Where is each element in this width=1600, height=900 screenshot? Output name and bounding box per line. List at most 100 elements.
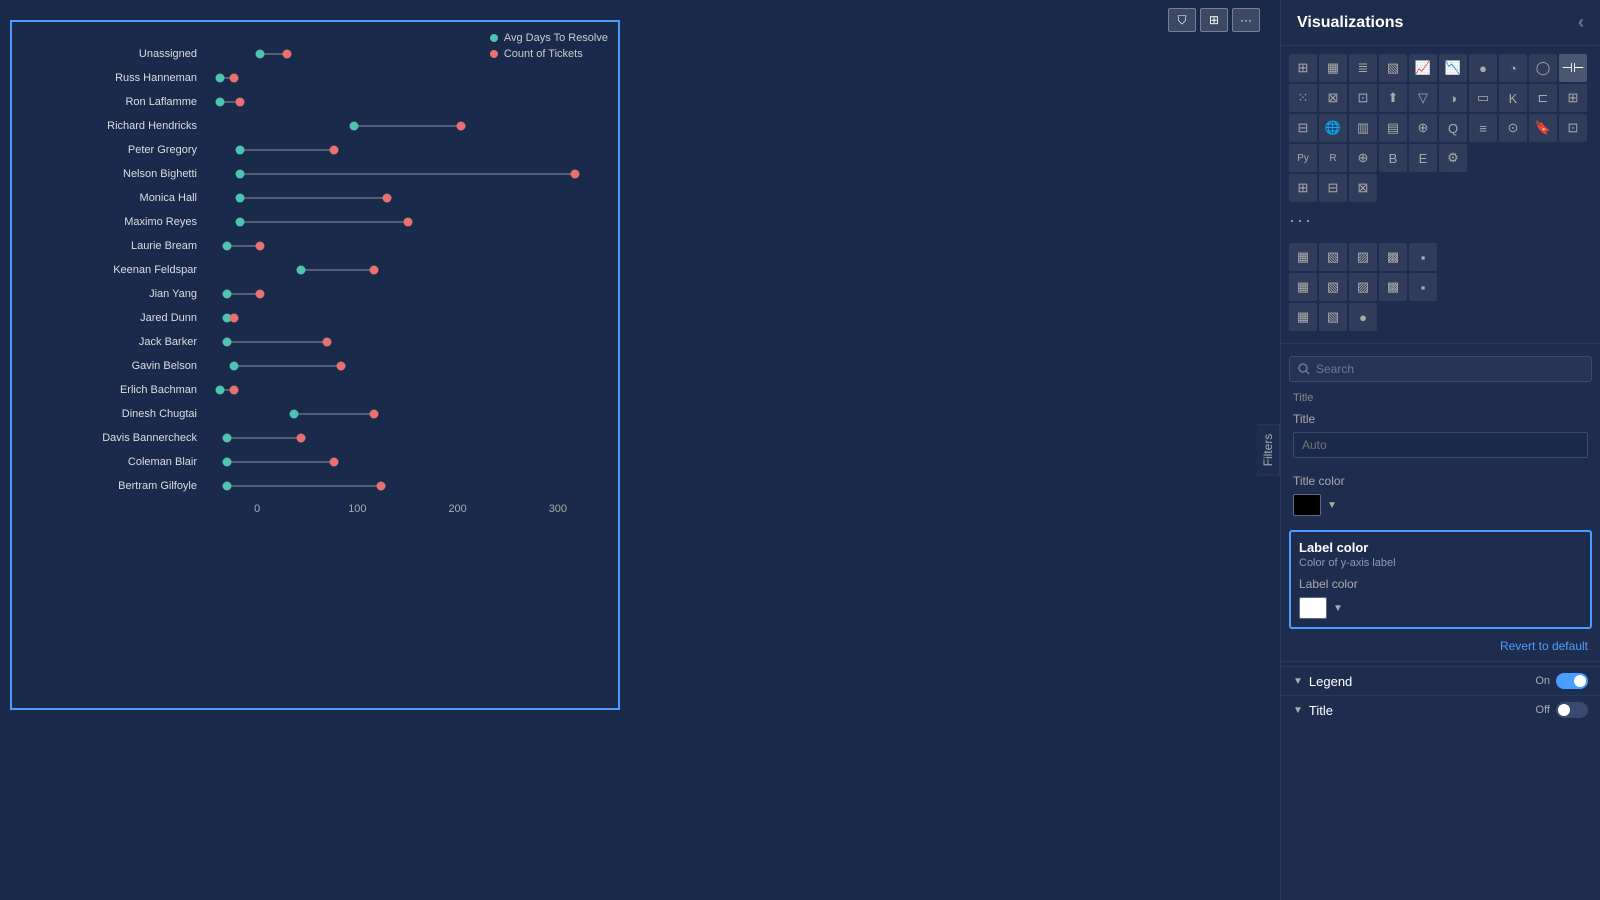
viz-icon-btn[interactable]: ⊡: [1559, 114, 1587, 142]
panel-header: Visualizations ‹: [1281, 0, 1600, 46]
more-icons: ···: [1281, 210, 1600, 235]
viz-icon-d2[interactable]: ▧: [1319, 273, 1347, 301]
label-color-desc: Color of y-axis label: [1299, 557, 1582, 569]
viz-icon-e3[interactable]: ●: [1349, 303, 1377, 331]
viz-icon-matrix[interactable]: ⊟: [1289, 114, 1317, 142]
viz-icon-paginate[interactable]: ⊙: [1499, 114, 1527, 142]
viz-icon-bar[interactable]: ▦: [1319, 54, 1347, 82]
viz-icon-c5[interactable]: ▪: [1409, 243, 1437, 271]
row-bar: [207, 258, 608, 282]
search-input[interactable]: [1316, 362, 1583, 376]
viz-icon-bing[interactable]: B: [1379, 144, 1407, 172]
icon-row-3: ⊟ 🌐 ▥ ▤ ⊕ Q ≡ ⊙ 🔖 ⊡: [1289, 114, 1592, 142]
viz-icon-ribbon[interactable]: ⊡: [1349, 84, 1377, 112]
viz-icon-stack[interactable]: ≣: [1349, 54, 1377, 82]
viz-icon-d1[interactable]: ▦: [1289, 273, 1317, 301]
viz-icon-e1[interactable]: ▦: [1289, 303, 1317, 331]
dot-coral: [329, 458, 338, 467]
revert-link[interactable]: Revert to default: [1281, 635, 1600, 657]
viz-icon-gauge[interactable]: ◑: [1439, 84, 1467, 112]
viz-icon-c2[interactable]: ▧: [1319, 243, 1347, 271]
icon-row-4: Py R ⊕ B E ⚙: [1289, 144, 1592, 172]
layout-button[interactable]: ⊞: [1200, 8, 1228, 32]
title-input[interactable]: [1293, 432, 1588, 458]
viz-icon-kpi[interactable]: K: [1499, 84, 1527, 112]
chart-row: Gavin Belson: [22, 354, 608, 378]
title-color-swatch[interactable]: [1293, 494, 1321, 516]
row-bar: [207, 66, 608, 90]
viz-icon-esri[interactable]: E: [1409, 144, 1437, 172]
title-toggle[interactable]: [1556, 702, 1588, 718]
panel-scroll[interactable]: ⊞ ▦ ≣ ▧ 📈 📉 ● ◔ ◯ ⊣⊢ ⁙ ⊠ ⊡ ⬆ ▽ ◑ ▭ K: [1281, 46, 1600, 900]
viz-icon-card[interactable]: ▭: [1469, 84, 1497, 112]
icon-row-2: ⁙ ⊠ ⊡ ⬆ ▽ ◑ ▭ K ⊏ ⊞: [1289, 84, 1592, 112]
viz-icon-bookmark[interactable]: 🔖: [1529, 114, 1557, 142]
viz-icon-slicer[interactable]: ⊏: [1529, 84, 1557, 112]
viz-icon-more1[interactable]: ⊞: [1289, 174, 1317, 202]
viz-icon-c1[interactable]: ▦: [1289, 243, 1317, 271]
dot-teal: [236, 218, 245, 227]
dot-coral: [323, 338, 332, 347]
title-toggle-label: Title: [1309, 703, 1536, 718]
more-button[interactable]: ···: [1232, 8, 1260, 32]
viz-icon-combo[interactable]: ⊠: [1319, 84, 1347, 112]
viz-icon-decomp[interactable]: ⊕: [1409, 114, 1437, 142]
title-chevron[interactable]: ▼: [1293, 705, 1303, 716]
viz-icon-more2[interactable]: ⊟: [1319, 174, 1347, 202]
viz-icon-scatter[interactable]: ⁙: [1289, 84, 1317, 112]
viz-icon-pie[interactable]: ◔: [1499, 54, 1527, 82]
legend-chevron[interactable]: ▼: [1293, 676, 1303, 687]
x-tick-200: 200: [408, 503, 508, 515]
row-label: Erlich Bachman: [22, 384, 207, 396]
title-section: Title: [1281, 404, 1600, 466]
viz-icon-funnel[interactable]: ▽: [1409, 84, 1437, 112]
viz-icon-plus[interactable]: ⊕: [1349, 144, 1377, 172]
dot-teal: [223, 434, 232, 443]
viz-icon-line[interactable]: 📈: [1409, 54, 1437, 82]
viz-icon-waterfall[interactable]: ⬆: [1379, 84, 1407, 112]
viz-icon-area[interactable]: 📉: [1439, 54, 1467, 82]
viz-icon-python[interactable]: Py: [1289, 144, 1317, 172]
row-label: Jack Barker: [22, 336, 207, 348]
viz-icon-d5[interactable]: ▪: [1409, 273, 1437, 301]
title-toggle-row: ▼ Title Off: [1281, 695, 1600, 724]
row-label: Maximo Reyes: [22, 216, 207, 228]
filters-tab[interactable]: Filters: [1257, 425, 1280, 476]
search-icon: [1298, 363, 1310, 375]
viz-icon-dumbbell[interactable]: ⊣⊢: [1559, 54, 1587, 82]
viz-icon-choropleth[interactable]: ▥: [1349, 114, 1377, 142]
row-bar: [207, 378, 608, 402]
viz-icon-r[interactable]: R: [1319, 144, 1347, 172]
viz-icon-map[interactable]: 🌐: [1319, 114, 1347, 142]
dot-teal: [223, 338, 232, 347]
panel-back-icon[interactable]: ‹: [1578, 12, 1584, 33]
viz-icon-table[interactable]: ⊞: [1289, 54, 1317, 82]
viz-icon-treemap[interactable]: ▤: [1379, 114, 1407, 142]
viz-icon-e2[interactable]: ▧: [1319, 303, 1347, 331]
legend-toggle[interactable]: [1556, 673, 1588, 689]
viz-icon-ring[interactable]: ◯: [1529, 54, 1557, 82]
row-bar: [207, 402, 608, 426]
viz-icon-c4[interactable]: ▩: [1379, 243, 1407, 271]
viz-icon-narr[interactable]: ≡: [1469, 114, 1497, 142]
viz-icon-table2[interactable]: ⊞: [1559, 84, 1587, 112]
viz-icon-more3[interactable]: ⊠: [1349, 174, 1377, 202]
label-color-dropdown[interactable]: ▼: [1333, 603, 1343, 614]
legend-label: Legend: [1309, 674, 1535, 689]
viz-icon-dot[interactable]: ●: [1469, 54, 1497, 82]
dot-teal: [216, 74, 225, 83]
filter-button[interactable]: ⛉: [1168, 8, 1196, 32]
viz-icon-qa[interactable]: Q: [1439, 114, 1467, 142]
label-color-swatch[interactable]: [1299, 597, 1327, 619]
title-label: Title: [1293, 412, 1588, 426]
viz-icon-d3[interactable]: ▨: [1349, 273, 1377, 301]
viz-icon-custom[interactable]: ⚙: [1439, 144, 1467, 172]
row-bar: [207, 162, 608, 186]
dot-coral: [236, 98, 245, 107]
title-color-dropdown[interactable]: ▼: [1327, 500, 1337, 511]
viz-icon-col[interactable]: ▧: [1379, 54, 1407, 82]
viz-icon-c3[interactable]: ▨: [1349, 243, 1377, 271]
legend-dot-teal: [490, 34, 498, 42]
viz-icon-d4[interactable]: ▩: [1379, 273, 1407, 301]
search-section: [1281, 348, 1600, 390]
